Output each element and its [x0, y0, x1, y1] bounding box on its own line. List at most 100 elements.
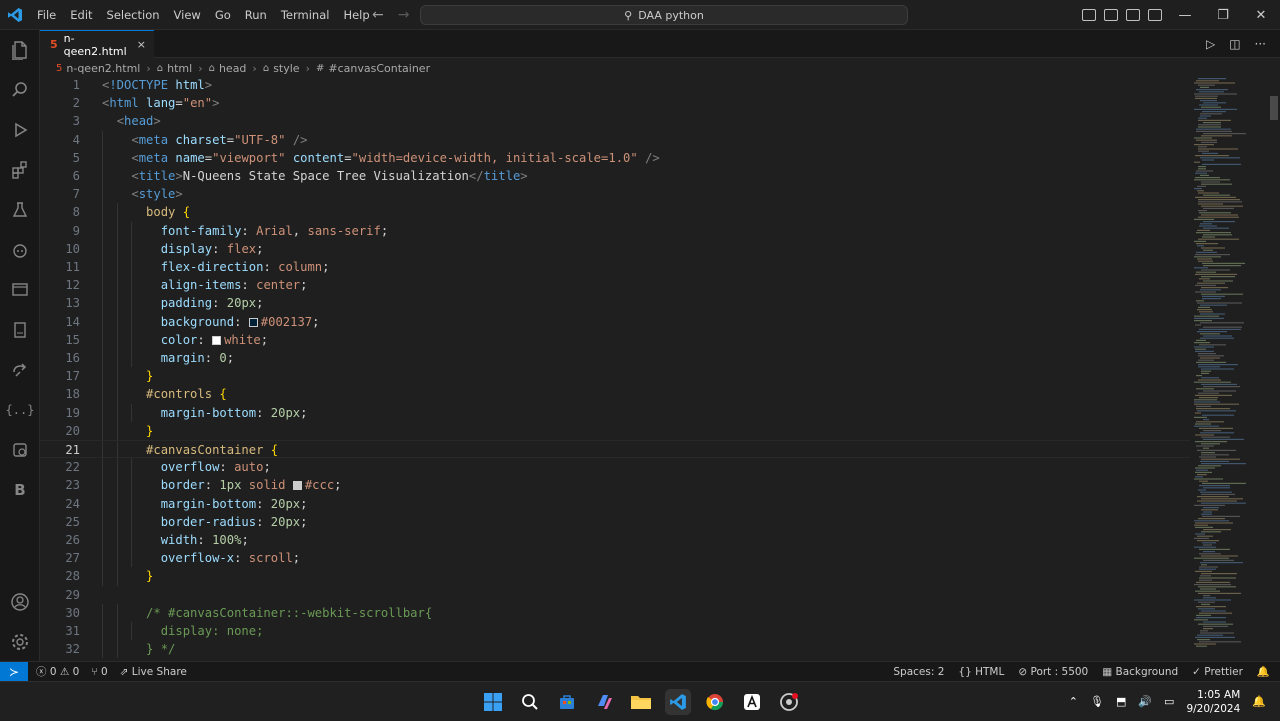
explorer-icon[interactable] [8, 38, 32, 62]
notifications-bell-icon[interactable]: 🔔 [1257, 665, 1270, 678]
minimap[interactable] [1190, 76, 1266, 661]
code-line[interactable]: 10 display: flex; [40, 239, 1190, 258]
close-window-icon[interactable]: ✕ [1242, 8, 1280, 23]
live-server-port[interactable]: ⊘ Port : 5500 [1018, 666, 1088, 678]
code-line[interactable]: 26 width: 100%; [40, 531, 1190, 550]
code-line[interactable]: 5 <meta name="viewport" content="width=d… [40, 148, 1190, 167]
menu-item-edit[interactable]: Edit [63, 0, 99, 30]
code-editor[interactable]: 1 <!DOCTYPE html> 2 <html lang="en"> 3 <head… [40, 76, 1190, 661]
toggle-secondary-sidebar-icon[interactable] [1126, 9, 1140, 21]
code-line[interactable]: 24 margin-bottom: 20px; [40, 494, 1190, 513]
code-line[interactable]: 17 } [40, 367, 1190, 386]
code-line[interactable]: 15 color: white; [40, 330, 1190, 349]
book-icon[interactable] [8, 318, 32, 342]
forward-arrow-icon[interactable]: → [398, 7, 410, 23]
docker-icon[interactable] [8, 438, 32, 462]
code-line[interactable]: 25 border-radius: 20px; [40, 512, 1190, 531]
breadcrumb-item[interactable]: n-qeen2.html [66, 62, 140, 75]
toggle-panel-icon[interactable] [1104, 9, 1118, 21]
tray-chevron-icon[interactable]: ⌃ [1069, 695, 1078, 708]
menu-item-terminal[interactable]: Terminal [274, 0, 337, 30]
notification-center-icon[interactable]: 🔔 [1252, 695, 1266, 708]
problems-indicator[interactable]: ⓧ 0 ⚠ 0 [36, 664, 79, 679]
live-share-icon[interactable] [8, 358, 32, 382]
file-explorer-icon[interactable] [628, 689, 654, 715]
back-arrow-icon[interactable]: ← [372, 7, 384, 23]
ports-indicator[interactable]: ⑂ 0 [91, 666, 107, 678]
code-line[interactable]: 23 border: 1px solid #ccc; [40, 476, 1190, 495]
code-line[interactable]: 29 [40, 586, 1190, 604]
manage-gear-icon[interactable] [8, 630, 32, 654]
breadcrumb-item[interactable]: style [273, 62, 299, 75]
split-editor-icon[interactable]: ◫ [1229, 37, 1240, 51]
command-center-search[interactable]: ⚲ DAA python [420, 5, 908, 25]
code-line[interactable]: 22 overflow: auto; [40, 458, 1190, 477]
code-line[interactable]: 8 body { [40, 203, 1190, 222]
customize-layout-icon[interactable] [1148, 9, 1162, 21]
menu-item-run[interactable]: Run [238, 0, 274, 30]
font-app-icon[interactable] [739, 689, 765, 715]
volume-icon[interactable]: 🔊 [1138, 695, 1152, 708]
close-icon[interactable]: × [137, 38, 146, 51]
vscode-taskbar-icon[interactable] [665, 689, 691, 715]
minimize-icon[interactable]: — [1166, 8, 1204, 23]
battery-icon[interactable]: ▭ [1164, 695, 1174, 708]
copilot-icon[interactable] [8, 238, 32, 262]
code-line[interactable]: 13 padding: 20px; [40, 294, 1190, 313]
testing-flask-icon[interactable] [8, 198, 32, 222]
clock[interactable]: 1:05 AM 9/20/2024 [1186, 688, 1240, 716]
breadcrumb-item[interactable]: head [219, 62, 246, 75]
code-line[interactable]: 4 <meta charset="UTF-8" /> [40, 130, 1190, 149]
store-icon[interactable] [554, 689, 580, 715]
run-debug-icon[interactable] [8, 118, 32, 142]
json-braces-icon[interactable]: {..} [6, 398, 35, 422]
network-icon[interactable]: ⬒ [1116, 695, 1126, 708]
chrome-dev-icon[interactable] [776, 689, 802, 715]
copilot-app-icon[interactable] [591, 689, 617, 715]
breadcrumb-item[interactable]: html [167, 62, 192, 75]
background-status[interactable]: ▦ Background [1102, 666, 1178, 678]
code-line[interactable]: 14 background: #002137; [40, 312, 1190, 331]
microphone-icon[interactable]: 🎙 [1090, 695, 1104, 708]
search-sidebar-icon[interactable] [8, 78, 32, 102]
code-line[interactable]: 9 font-family: Arial, sans-serif; [40, 221, 1190, 240]
code-line[interactable]: 18 #controls { [40, 385, 1190, 404]
windows-start-icon[interactable] [480, 689, 506, 715]
remote-explorer-icon[interactable] [8, 278, 32, 302]
tab-n-qeen2-html[interactable]: 5 n-qeen2.html × [40, 30, 154, 58]
code-line[interactable]: 28 } [40, 567, 1190, 586]
code-line[interactable]: 6 <title>N-Queens State Space Tree Visua… [40, 167, 1190, 186]
b-extension-icon[interactable]: B [8, 478, 32, 502]
code-line[interactable]: 2 <html lang="en"> [40, 94, 1190, 112]
remote-indicator-icon[interactable]: ≻ [0, 661, 28, 682]
menu-item-help[interactable]: Help [336, 0, 376, 30]
extensions-icon[interactable] [8, 158, 32, 182]
chrome-icon[interactable] [702, 689, 728, 715]
more-actions-icon[interactable]: ··· [1255, 37, 1266, 51]
indentation-status[interactable]: Spaces: 2 [893, 666, 944, 678]
code-line[interactable]: 7 <style> [40, 185, 1190, 204]
search-taskbar-icon[interactable] [517, 689, 543, 715]
code-line[interactable]: 20 } [40, 421, 1190, 440]
prettier-status[interactable]: ✓ Prettier [1192, 666, 1243, 678]
accounts-icon[interactable] [8, 590, 32, 614]
toggle-primary-sidebar-icon[interactable] [1082, 9, 1096, 21]
vertical-scrollbar[interactable] [1268, 76, 1280, 661]
menu-item-view[interactable]: View [167, 0, 208, 30]
scrollbar-thumb[interactable] [1270, 96, 1278, 120]
code-line[interactable]: 1 <!DOCTYPE html> [40, 76, 1190, 94]
language-mode[interactable]: {} HTML [958, 666, 1004, 678]
run-icon[interactable]: ▷ [1206, 37, 1215, 51]
code-line[interactable]: 16 margin: 0; [40, 349, 1190, 368]
code-line[interactable]: 12 align-items: center; [40, 276, 1190, 295]
code-line[interactable]: 11 flex-direction: column; [40, 258, 1190, 277]
menu-item-selection[interactable]: Selection [100, 0, 167, 30]
restore-icon[interactable]: ❐ [1204, 8, 1242, 23]
live-share-status[interactable]: ⇗ Live Share [120, 666, 187, 678]
menu-item-go[interactable]: Go [208, 0, 238, 30]
menu-item-file[interactable]: File [30, 0, 63, 30]
code-line[interactable]: 30 /* #canvasContainer::-webkit-scrollba… [40, 603, 1190, 622]
code-line[interactable]: 3 <head> [40, 112, 1190, 130]
code-line[interactable]: 27 overflow-x: scroll; [40, 549, 1190, 568]
code-line[interactable]: 31 display: none; [40, 622, 1190, 641]
